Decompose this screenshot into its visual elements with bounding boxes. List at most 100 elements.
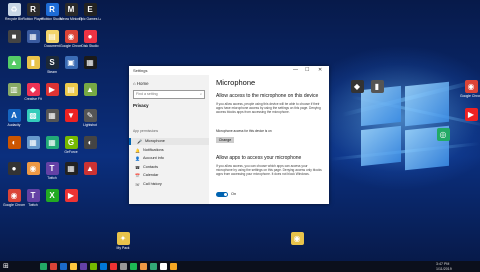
settings-window: Settings — ☐ ✕ ⌂ Home Find a setting ⌕ P… (129, 66, 329, 204)
settings-sidebar: ⌂ Home Find a setting ⌕ Privacy App perm… (129, 75, 211, 204)
taskbar-app-icon[interactable] (60, 263, 67, 270)
section-label: App permissions (133, 129, 159, 133)
clock-date: 1/11/2019 (436, 266, 452, 271)
desktop-icon[interactable]: ◉ (286, 232, 308, 246)
taskbar-app-icon[interactable] (140, 263, 147, 270)
close-button[interactable]: ✕ (318, 67, 322, 73)
sidebar-item-label: Calendar (143, 173, 159, 178)
maximize-button[interactable]: ☐ (305, 67, 309, 73)
category-title: Privacy (133, 103, 149, 108)
desktop-icon[interactable]: ◆ (346, 80, 368, 94)
app-icon: ■ (7, 29, 21, 43)
app-icon: ◉ (64, 29, 78, 43)
desktop-icon[interactable]: ▦ (79, 56, 101, 70)
nav-icon: 🎤 (137, 139, 142, 144)
desktop-icon[interactable]: ◉Google Chrome (460, 80, 480, 98)
app-icon: ● (7, 162, 21, 175)
desktop-icon[interactable]: ◎ (432, 128, 454, 142)
microphone-toggle[interactable] (216, 192, 228, 197)
desktop-icon[interactable]: ▶ (460, 108, 480, 122)
app-access-description: If you allow access, you can choose whic… (216, 164, 322, 176)
search-icon: ⌕ (199, 92, 202, 97)
taskbar-app-icon[interactable] (120, 263, 127, 270)
desktop: ♻ Recycle Bin R Roblox Player R Roblox Studio… (0, 0, 480, 261)
taskbar-app-icon[interactable] (160, 263, 167, 270)
desktop-icon[interactable]: ▲ (79, 162, 101, 176)
desktop-icon[interactable]: EEpic Games Launcher (79, 3, 101, 21)
app-icon: ◐ (7, 135, 21, 149)
app-icon: M (64, 3, 78, 16)
app-icon: ✦ (116, 232, 130, 245)
taskbar-app-icon[interactable] (90, 263, 97, 270)
sidebar-item-notifications[interactable]: 🔔 Notifications (129, 147, 209, 154)
app-icon: T (45, 162, 59, 175)
sidebar-item-label: Notifications (143, 147, 164, 152)
sidebar-item-account-info[interactable]: 👤 Account info (129, 155, 209, 162)
desktop-icon-label: Steam (47, 70, 57, 74)
app-icon: ▲ (7, 56, 21, 69)
desktop-icon[interactable]: ● Disk Studio (79, 29, 101, 48)
app-icon: T (26, 188, 40, 202)
taskbar-app-icon[interactable] (130, 263, 137, 270)
desktop-icon[interactable]: ✦ My Pack (112, 232, 134, 250)
sidebar-item-calendar[interactable]: 📅 Calendar (129, 172, 209, 179)
sidebar-item-contacts[interactable]: ☎ Contacts (129, 164, 209, 171)
desktop-icon-label: Audacity (7, 123, 21, 127)
sidebar-item-label: Microphone (145, 139, 165, 144)
change-button[interactable]: Change (216, 137, 234, 143)
heading-device-access: Allow access to the microphone on this d… (216, 93, 319, 99)
taskbar-app-icon[interactable] (70, 263, 77, 270)
minimize-button[interactable]: — (293, 67, 298, 73)
app-icon: ♻ (7, 3, 21, 16)
app-icon: ▮ (370, 80, 384, 93)
taskbar-app-icon[interactable] (40, 263, 47, 270)
taskbar-app-icon[interactable] (50, 263, 57, 270)
search-input[interactable]: Find a setting ⌕ (133, 90, 205, 99)
sidebar-item-label: Call history (143, 181, 162, 186)
taskbar-app-icon[interactable] (150, 263, 157, 270)
desktop-icon[interactable]: ✎ Lightshot (79, 109, 101, 127)
app-icon: ◉ (464, 80, 478, 93)
app-icon: E (83, 3, 97, 16)
app-icon: X (45, 188, 59, 202)
app-icon: G (64, 135, 78, 149)
home-link[interactable]: ⌂ Home (133, 81, 149, 86)
taskbar-app-icon[interactable] (110, 263, 117, 270)
sidebar-item-call-history[interactable]: ☏ Call history (129, 181, 209, 188)
desktop-icon-label: Twitch (47, 176, 57, 180)
desktop-icon-label: Disk Studio (81, 43, 99, 48)
sidebar-item-microphone[interactable]: 🎤 Microphone (129, 138, 211, 145)
app-icon: ▦ (83, 56, 97, 69)
app-icon: ▤ (45, 29, 59, 43)
toggle-label: On (231, 192, 237, 196)
app-icon: ▩ (26, 109, 40, 122)
clock-time: 3:47 PM (436, 262, 450, 266)
app-icon: ● (83, 29, 97, 43)
app-icon: ▦ (26, 29, 40, 43)
desktop-icon[interactable]: ◐ (79, 135, 101, 150)
nav-icon: 📅 (135, 173, 140, 178)
sidebar-item-label: Account info (143, 156, 164, 161)
desktop-icon-label: Google Chrome (460, 94, 480, 98)
app-icon: ▲ (83, 162, 97, 175)
app-icon: ▣ (64, 56, 78, 69)
start-button[interactable]: ⊞ (3, 262, 9, 270)
taskbar-app-icon[interactable] (100, 263, 107, 270)
app-icon: ▦ (45, 109, 59, 122)
device-access-status: Microphone access for this device is on (216, 129, 272, 133)
app-icon: ▦ (45, 135, 59, 149)
app-icon: ▶ (45, 82, 59, 96)
desktop-icon[interactable]: ▮ (366, 80, 388, 94)
search-placeholder: Find a setting (136, 92, 158, 97)
desktop-icon-label: Lightshot (83, 123, 97, 127)
desktop-icon[interactable]: ▲ (79, 82, 101, 97)
app-icon: ▶ (464, 108, 478, 121)
app-icon: ◆ (350, 80, 364, 93)
sidebar-item-label: Contacts (143, 164, 158, 169)
app-icon: ▦ (26, 135, 40, 149)
desktop-icon-label: Creative Fit (24, 96, 42, 101)
taskbar-app-icon[interactable] (80, 263, 87, 270)
taskbar-app-icon[interactable] (170, 263, 177, 270)
desktop-icon[interactable]: ▶ (60, 188, 82, 203)
app-icon: ◉ (26, 162, 40, 175)
